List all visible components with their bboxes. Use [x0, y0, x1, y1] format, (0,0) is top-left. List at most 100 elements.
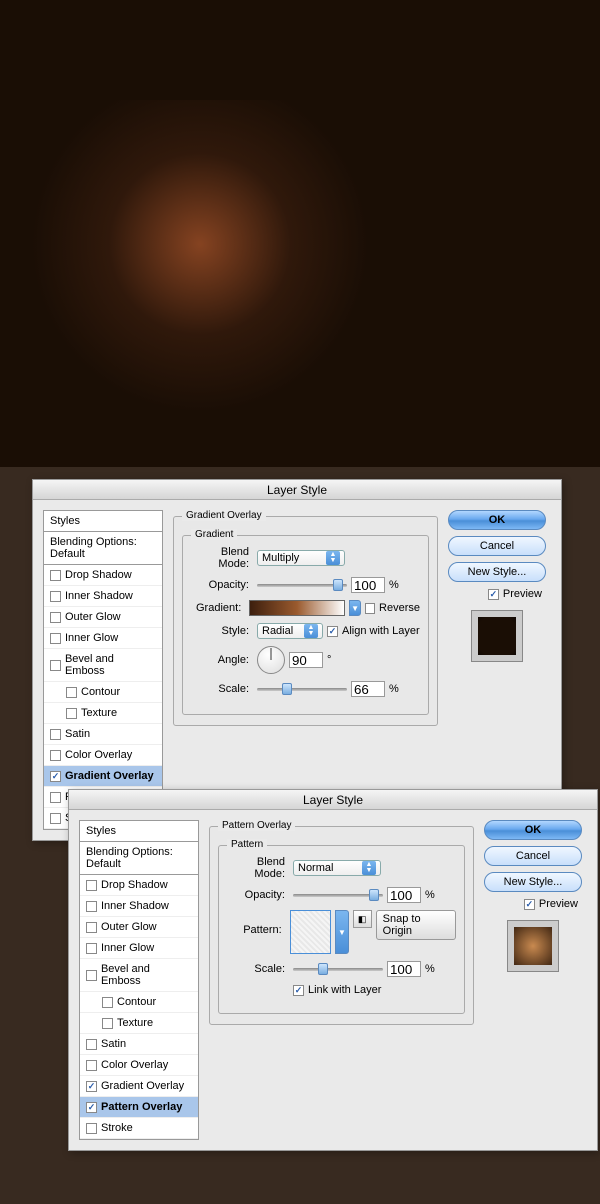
panel-title: Gradient Overlay — [182, 510, 266, 521]
reverse-checkbox[interactable] — [365, 603, 375, 614]
style-color-overlay[interactable]: Color Overlay — [44, 745, 162, 766]
style-drop-shadow[interactable]: Drop Shadow — [80, 875, 198, 896]
new-style-button[interactable]: New Style... — [484, 872, 582, 892]
preview-swatch — [471, 610, 523, 662]
style-label: Satin — [101, 1038, 126, 1050]
checkbox[interactable] — [50, 813, 61, 824]
style-contour[interactable]: Contour — [80, 992, 198, 1013]
link-checkbox[interactable] — [293, 985, 304, 996]
checkbox[interactable] — [50, 792, 61, 803]
style-gradient-overlay[interactable]: Gradient Overlay — [80, 1076, 198, 1097]
scale-input[interactable] — [387, 961, 421, 977]
style-inner-glow[interactable]: Inner Glow — [80, 938, 198, 959]
styles-header[interactable]: Styles — [80, 821, 198, 842]
checkbox[interactable] — [50, 729, 61, 740]
dropdown-arrows-icon: ▲▼ — [326, 551, 340, 565]
grad-style-select[interactable]: Radial ▲▼ — [257, 623, 323, 639]
angle-input[interactable] — [289, 652, 323, 668]
style-label: Bevel and Emboss — [65, 653, 156, 677]
checkbox[interactable] — [66, 687, 77, 698]
dialog-title[interactable]: Layer Style — [33, 480, 561, 500]
ok-button[interactable]: OK — [448, 510, 546, 530]
checkbox[interactable] — [102, 1018, 113, 1029]
opacity-slider[interactable] — [257, 578, 347, 592]
style-texture[interactable]: Texture — [44, 703, 162, 724]
checkbox[interactable] — [50, 750, 61, 761]
checkbox[interactable] — [50, 612, 61, 623]
style-satin[interactable]: Satin — [44, 724, 162, 745]
scale-slider[interactable] — [293, 962, 383, 976]
preview-checkbox[interactable] — [524, 899, 535, 910]
pattern-swatch[interactable] — [290, 910, 332, 954]
checkbox[interactable] — [86, 922, 97, 933]
style-label: Drop Shadow — [65, 569, 132, 581]
reverse-label: Reverse — [379, 602, 420, 614]
style-inner-shadow[interactable]: Inner Shadow — [44, 586, 162, 607]
checkbox[interactable] — [86, 1081, 97, 1092]
percent-label: % — [425, 889, 435, 901]
blend-mode-select[interactable]: Normal ▲▼ — [293, 860, 381, 876]
pattern-dropdown-icon[interactable]: ▼ — [335, 910, 348, 954]
style-pattern-overlay[interactable]: Pattern Overlay — [80, 1097, 198, 1118]
preview-checkbox[interactable] — [488, 589, 499, 600]
style-outer-glow[interactable]: Outer Glow — [80, 917, 198, 938]
angle-dial[interactable] — [257, 646, 285, 674]
checkbox[interactable] — [50, 660, 61, 671]
style-stroke[interactable]: Stroke — [80, 1118, 198, 1139]
blending-options[interactable]: Blending Options: Default — [44, 532, 162, 565]
style-drop-shadow[interactable]: Drop Shadow — [44, 565, 162, 586]
checkbox[interactable] — [66, 708, 77, 719]
checkbox[interactable] — [50, 633, 61, 644]
checkbox[interactable] — [86, 1123, 97, 1134]
style-contour[interactable]: Contour — [44, 682, 162, 703]
layer-style-dialog-pattern: Layer Style Styles Blending Options: Def… — [68, 789, 598, 1151]
checkbox[interactable] — [86, 880, 97, 891]
dialog-title[interactable]: Layer Style — [69, 790, 597, 810]
snap-to-origin-button[interactable]: Snap to Origin — [376, 910, 456, 940]
style-inner-glow[interactable]: Inner Glow — [44, 628, 162, 649]
style-label: Inner Shadow — [65, 590, 133, 602]
checkbox[interactable] — [86, 1039, 97, 1050]
checkbox[interactable] — [86, 1102, 97, 1113]
checkbox[interactable] — [50, 591, 61, 602]
scale-slider[interactable] — [257, 682, 347, 696]
checkbox[interactable] — [86, 901, 97, 912]
style-color-overlay[interactable]: Color Overlay — [80, 1055, 198, 1076]
new-style-button[interactable]: New Style... — [448, 562, 546, 582]
dropdown-arrows-icon: ▲▼ — [304, 624, 318, 638]
blending-options[interactable]: Blending Options: Default — [80, 842, 198, 875]
gradient-swatch[interactable] — [249, 600, 345, 616]
scale-input[interactable] — [351, 681, 385, 697]
style-bevel-emboss[interactable]: Bevel and Emboss — [44, 649, 162, 682]
opacity-input[interactable] — [351, 577, 385, 593]
blend-mode-select[interactable]: Multiply ▲▼ — [257, 550, 345, 566]
checkbox[interactable] — [86, 1060, 97, 1071]
new-preset-icon[interactable]: ◧ — [353, 910, 372, 928]
styles-header[interactable]: Styles — [44, 511, 162, 532]
gradient-dropdown-icon[interactable]: ▼ — [349, 600, 361, 616]
percent-label: % — [425, 963, 435, 975]
checkbox[interactable] — [86, 943, 97, 954]
style-label: Bevel and Emboss — [101, 963, 192, 987]
align-checkbox[interactable] — [327, 626, 338, 637]
select-value: Normal — [298, 862, 333, 874]
style-satin[interactable]: Satin — [80, 1034, 198, 1055]
checkbox[interactable] — [102, 997, 113, 1008]
checkbox[interactable] — [50, 570, 61, 581]
ok-button[interactable]: OK — [484, 820, 582, 840]
preview-label: Preview — [539, 898, 578, 910]
checkbox[interactable] — [50, 771, 61, 782]
opacity-slider[interactable] — [293, 888, 383, 902]
style-type-label: Style: — [191, 625, 253, 637]
dropdown-arrows-icon: ▲▼ — [362, 861, 376, 875]
style-texture[interactable]: Texture — [80, 1013, 198, 1034]
style-gradient-overlay[interactable]: Gradient Overlay — [44, 766, 162, 787]
style-bevel-emboss[interactable]: Bevel and Emboss — [80, 959, 198, 992]
preview-swatch — [507, 920, 559, 972]
opacity-input[interactable] — [387, 887, 421, 903]
style-inner-shadow[interactable]: Inner Shadow — [80, 896, 198, 917]
cancel-button[interactable]: Cancel — [448, 536, 546, 556]
cancel-button[interactable]: Cancel — [484, 846, 582, 866]
checkbox[interactable] — [86, 970, 97, 981]
style-outer-glow[interactable]: Outer Glow — [44, 607, 162, 628]
